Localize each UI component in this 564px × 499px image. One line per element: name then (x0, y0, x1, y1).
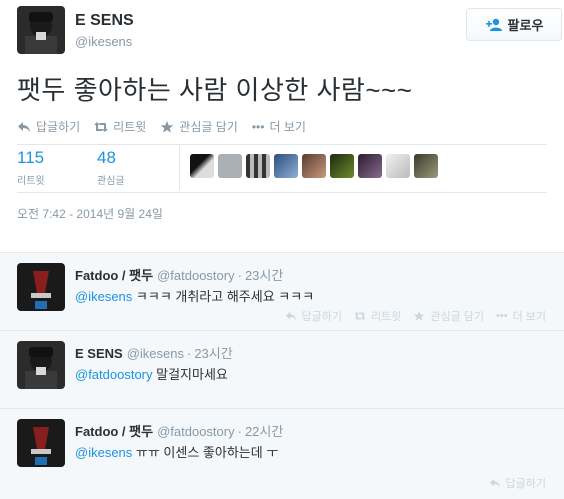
reply-icon (285, 311, 296, 321)
favorite-label: 관심글 담기 (430, 311, 485, 323)
retweets-label: 리트윗 (17, 176, 45, 187)
reply-label: 답글하기 (36, 120, 81, 134)
reply-time[interactable]: 23시간 (245, 268, 283, 283)
favorite-label: 관심글 담기 (179, 120, 238, 134)
tweet-stats: 115 리트윗 48 관심글 (17, 146, 547, 190)
retweets-count: 115 (17, 148, 45, 167)
follow-button[interactable]: 팔로우 (466, 8, 562, 41)
divider (17, 192, 547, 193)
reply-label: 답글하기 (505, 478, 546, 490)
favoriter-avatar[interactable] (386, 154, 410, 178)
reply-actions: 답글하기 (489, 475, 546, 491)
favorites-count: 48 (97, 148, 116, 167)
reply-button[interactable]: 답글하기 (489, 475, 546, 491)
favoriter-avatar[interactable] (358, 154, 382, 178)
reply-time[interactable]: 22시간 (245, 424, 283, 439)
reply-button[interactable]: 답글하기 (285, 308, 342, 324)
retweet-icon (354, 311, 366, 321)
reply-user-handle[interactable]: @ikesens (127, 346, 184, 361)
reply-user-name[interactable]: E SENS (75, 346, 123, 361)
favoriter-avatar[interactable] (330, 154, 354, 178)
more-button[interactable]: ••• 더 보기 (252, 118, 306, 135)
mention-link[interactable]: @ikesens (75, 289, 132, 304)
more-label: 더 보기 (269, 120, 306, 134)
reply-body: ㅋㅋㅋ 개취라고 해주세요 ㅋㅋㅋ (132, 289, 315, 304)
user-name[interactable]: E SENS (75, 12, 134, 30)
tweet-text: 팻두 좋아하는 사람 이상한 사람~~~ (17, 75, 413, 105)
favoriter-avatar[interactable] (190, 154, 214, 178)
star-icon (160, 120, 174, 133)
favoriter-avatar[interactable] (246, 154, 270, 178)
user-handle[interactable]: @ikesens (75, 34, 132, 49)
favorites-label: 관심글 (97, 176, 125, 187)
reply-user-handle[interactable]: @fatdoostory (157, 424, 235, 439)
follow-label: 팔로우 (507, 18, 544, 33)
more-label: 더 보기 (512, 311, 546, 323)
favoriter-avatar[interactable] (274, 154, 298, 178)
star-icon (414, 311, 425, 321)
avatar[interactable] (17, 341, 65, 389)
retweets-stat[interactable]: 115 리트윗 (17, 148, 45, 187)
tweet-actions: 답글하기 리트윗 관심글 담기 ••• 더 보기 (17, 118, 306, 135)
reply-text: @ikesens ㅋㅋㅋ 개취라고 해주세요 ㅋㅋㅋ (75, 286, 314, 305)
reply-user-name[interactable]: Fatdoo / 팻두 (75, 424, 153, 439)
avatar[interactable] (17, 6, 65, 54)
stats-separator (179, 146, 180, 190)
retweet-button[interactable]: 리트윗 (94, 118, 146, 135)
add-user-icon (485, 18, 502, 31)
reply-header: Fatdoo / 팻두 @fatdoostory · 23시간 (75, 265, 283, 284)
reply-user-handle[interactable]: @fatdoostory (157, 268, 235, 283)
reply-body: ㅠㅠ 이센스 좋아하는데 ㅜ (132, 445, 279, 460)
separator-dot: · (186, 346, 192, 361)
reply-icon (489, 478, 500, 488)
separator-dot: · (237, 424, 242, 439)
reply-body: 말걸지마세요 (152, 367, 228, 382)
divider (17, 144, 547, 145)
avatar[interactable] (17, 419, 65, 467)
reply-icon (18, 121, 30, 132)
favoriter-avatars (190, 154, 438, 178)
reply-text: @ikesens ㅠㅠ 이센스 좋아하는데 ㅜ (75, 442, 278, 461)
tweet-timestamp[interactable]: 오전 7:42 - 2014년 9월 24일 (17, 205, 163, 222)
reply-text: @fatdoostory 말걸지마세요 (75, 364, 228, 383)
favoriter-avatar[interactable] (218, 154, 242, 178)
more-icon: ••• (496, 310, 508, 322)
reply-tweet: Fatdoo / 팻두 @fatdoostory · 22시간 @ikesens ㅠㅠ… (0, 408, 564, 499)
reply-header: E SENS @ikesens · 23시간 (75, 343, 233, 362)
retweet-label: 리트윗 (113, 120, 147, 134)
reply-actions: 답글하기 리트윗 관심글 담기 ••• 더 보기 (285, 308, 546, 324)
separator-dot: · (237, 268, 242, 283)
main-tweet: E SENS @ikesens 팔로우 팻두 좋아하는 사람 이상한 사람~~~… (0, 0, 564, 252)
reply-time[interactable]: 23시간 (194, 346, 232, 361)
reply-tweet: E SENS @ikesens · 23시간 @fatdoostory 말걸지마세요 (0, 330, 564, 408)
more-button[interactable]: ••• 더 보기 (496, 308, 546, 324)
retweet-button[interactable]: 리트윗 (354, 308, 401, 324)
retweet-label: 리트윗 (370, 311, 402, 323)
retweet-icon (94, 121, 109, 132)
mention-link[interactable]: @fatdoostory (75, 367, 153, 382)
reply-label: 답글하기 (301, 311, 342, 323)
avatar[interactable] (17, 263, 65, 311)
more-icon: ••• (251, 119, 265, 134)
reply-user-name[interactable]: Fatdoo / 팻두 (75, 268, 153, 283)
reply-header: Fatdoo / 팻두 @fatdoostory · 22시간 (75, 421, 283, 440)
favoriter-avatar[interactable] (414, 154, 438, 178)
favorites-stat[interactable]: 48 관심글 (97, 148, 125, 187)
favorite-button[interactable]: 관심글 담기 (413, 308, 484, 324)
favoriter-avatar[interactable] (302, 154, 326, 178)
reply-tweet: Fatdoo / 팻두 @fatdoostory · 23시간 @ikesens ㅋㅋ… (0, 252, 564, 330)
reply-button[interactable]: 답글하기 (17, 118, 80, 135)
mention-link[interactable]: @ikesens (75, 445, 132, 460)
favorite-button[interactable]: 관심글 담기 (160, 118, 238, 135)
